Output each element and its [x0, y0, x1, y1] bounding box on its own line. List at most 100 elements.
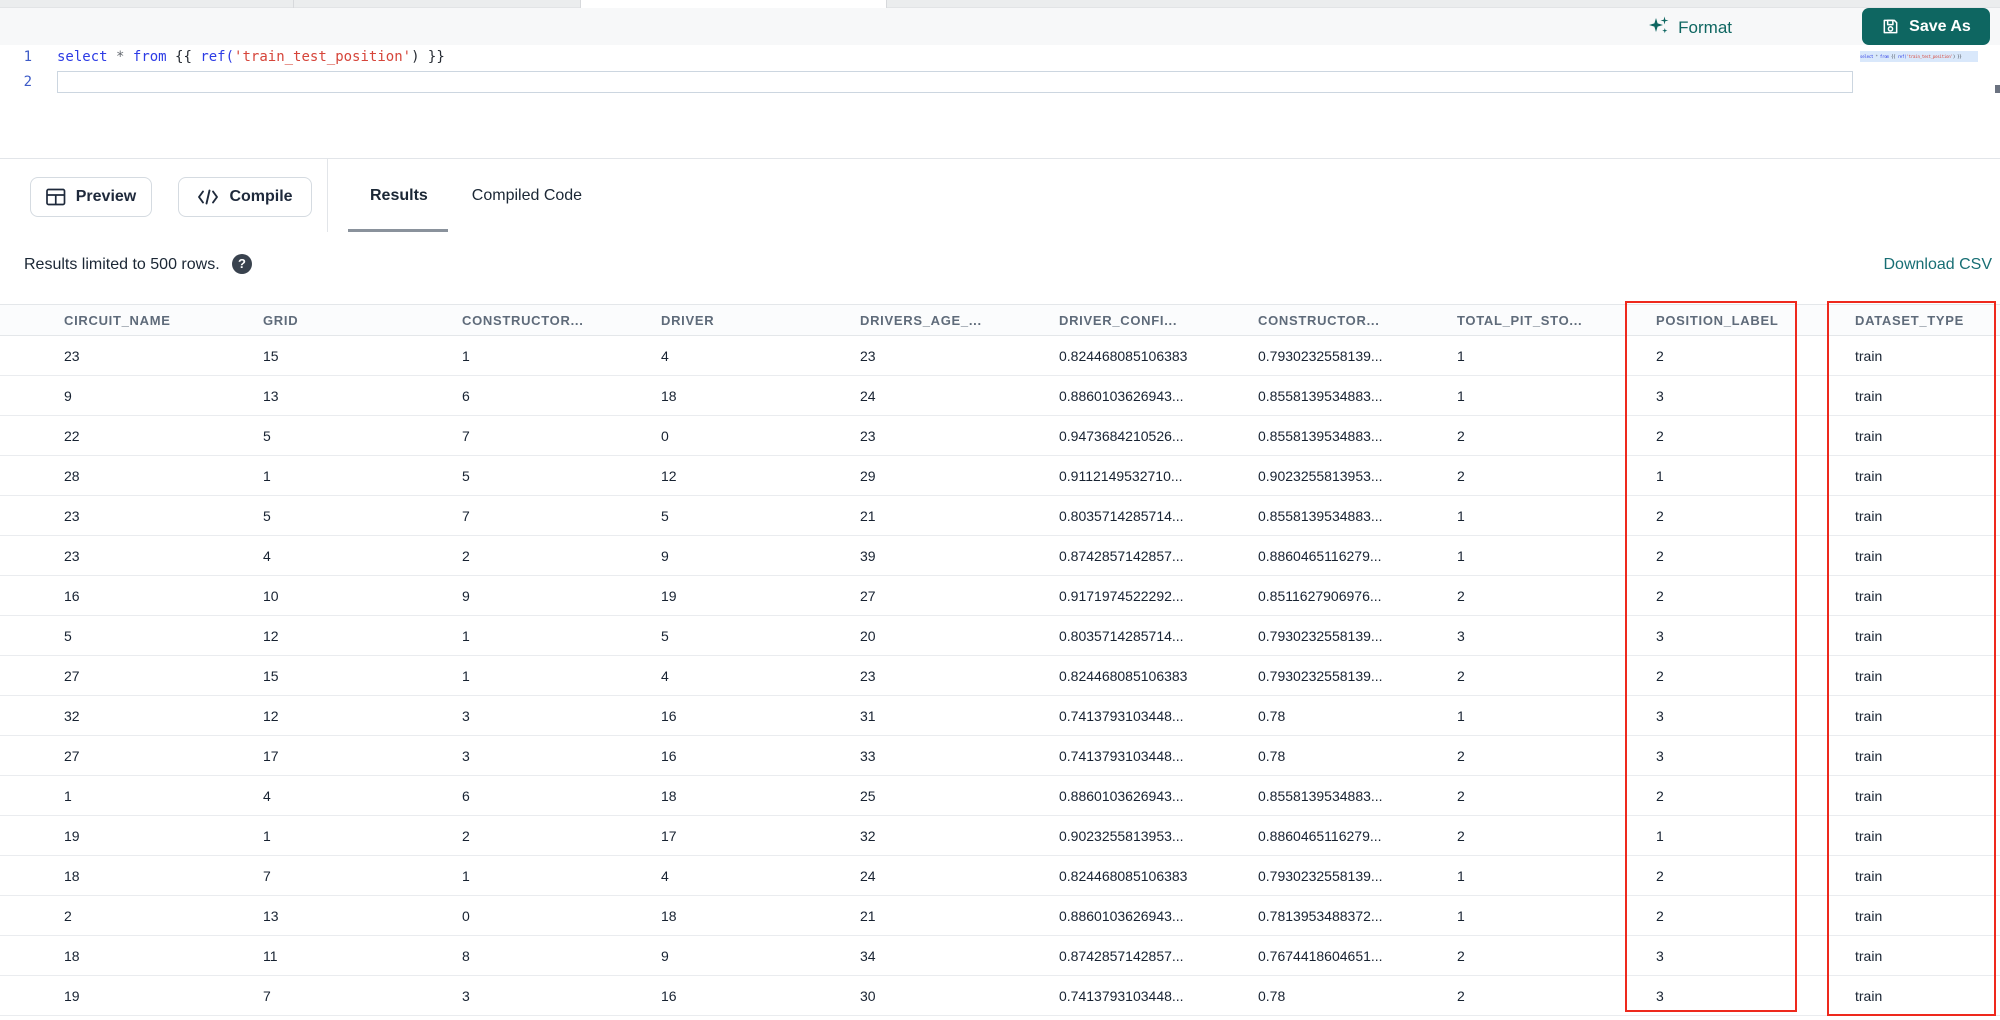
column-header-constructor: CONSTRUCTOR... [462, 313, 584, 328]
table-cell: 0.7930232558139... [1258, 628, 1383, 644]
table-cell: train [1855, 948, 1883, 964]
table-cell: 16 [661, 748, 677, 764]
table-cell: 1 [1457, 708, 1465, 724]
table-cell: train [1855, 428, 1883, 444]
save-as-label: Save As [1909, 17, 1971, 35]
table-cell: 27 [64, 668, 80, 684]
table-cell: 2 [64, 908, 72, 924]
table-row: 19 1 2 17 32 0.9023255813953... 0.886046511627… [0, 816, 2000, 856]
sql-code-editor[interactable]: 1 2 select * from {{ ref('train_test_pos… [0, 45, 2000, 158]
table-cell: 13 [263, 908, 279, 924]
table-cell: 0.8035714285714... [1059, 628, 1184, 644]
current-line-highlight[interactable] [57, 71, 1853, 93]
code-token-keyword: from [132, 49, 167, 65]
table-row: 23 15 1 4 23 0.824468085106383 0.7930232558139… [0, 336, 2000, 376]
table-cell: train [1855, 388, 1883, 404]
preview-button[interactable]: Preview [30, 177, 152, 217]
table-cell: train [1855, 628, 1883, 644]
results-table: CIRCUIT_NAME GRID CONSTRUCTOR... DRIVER DRIV… [0, 304, 2000, 1016]
table-cell: 2 [462, 828, 470, 844]
editor-minimap[interactable]: select * from {{ ref('train_test_positio… [1860, 51, 1978, 62]
table-cell: 3 [1656, 388, 1664, 404]
table-cell: 2 [1656, 428, 1664, 444]
table-cell: 1 [462, 348, 470, 364]
tab-compiled-code[interactable]: Compiled Code [450, 159, 604, 233]
table-cell: 0.78 [1258, 708, 1286, 724]
table-icon [45, 188, 66, 206]
code-token-string: 'train_test_position' [234, 49, 412, 65]
compile-label: Compile [229, 188, 293, 205]
code-token-plain: ) }} [411, 49, 445, 65]
table-cell: 2 [1656, 548, 1664, 564]
table-cell: 1 [1457, 868, 1465, 884]
table-cell: 0.8511627906976... [1258, 588, 1382, 604]
table-cell: 0 [462, 908, 470, 924]
table-cell: 19 [661, 588, 677, 604]
table-cell: 34 [860, 948, 876, 964]
editor-scrollbar-thumb[interactable] [1995, 85, 2000, 93]
table-cell: 32 [860, 828, 876, 844]
line-number: 1 [23, 49, 32, 65]
table-cell: 0.8742857142857... [1059, 948, 1184, 964]
table-cell: 3 [462, 988, 470, 1004]
download-csv-link[interactable]: Download CSV [1884, 256, 1993, 274]
table-cell: 18 [661, 788, 677, 804]
table-row: 18 7 1 4 24 0.824468085106383 0.7930232558139.… [0, 856, 2000, 896]
table-cell: 0.8558139534883... [1258, 428, 1383, 444]
table-cell: 0 [661, 428, 669, 444]
table-cell: 27 [64, 748, 80, 764]
table-cell: 21 [860, 908, 876, 924]
table-cell: 19 [64, 828, 80, 844]
editor-toolbar: Format Save As [0, 8, 2000, 45]
table-cell: 12 [661, 468, 677, 484]
table-cell: 1 [1457, 548, 1465, 564]
table-cell: 28 [64, 468, 80, 484]
save-icon [1881, 17, 1900, 36]
code-token-keyword: select [1860, 54, 1874, 59]
table-cell: 10 [263, 588, 279, 604]
table-row: 22 5 7 0 23 0.9473684210526... 0.8558139534883… [0, 416, 2000, 456]
table-row: 32 12 3 16 31 0.7413793103448... 0.78 1 3 train [0, 696, 2000, 736]
table-cell: 1 [1457, 388, 1465, 404]
table-cell: 1 [1656, 468, 1664, 484]
column-header-dataset_type: DATASET_TYPE [1855, 313, 1965, 328]
table-cell: 23 [64, 508, 80, 524]
table-cell: 8 [462, 948, 470, 964]
table-cell: 4 [661, 668, 669, 684]
tab-results[interactable]: Results [348, 159, 450, 233]
table-cell: 1 [64, 788, 72, 804]
sql-code-line-1[interactable]: select * from {{ ref('train_test_positio… [57, 45, 445, 70]
table-cell: 0.8860103626943... [1059, 908, 1184, 924]
table-row: 23 4 2 9 39 0.8742857142857... 0.8860465116279… [0, 536, 2000, 576]
table-cell: train [1855, 588, 1883, 604]
table-cell: 0.7930232558139... [1258, 868, 1383, 884]
table-cell: 21 [860, 508, 876, 524]
help-icon[interactable]: ? [232, 254, 252, 274]
table-cell: train [1855, 508, 1883, 524]
table-cell: 25 [860, 788, 876, 804]
column-header-grid: GRID [263, 313, 299, 328]
line-number-gutter: 1 2 [0, 45, 40, 95]
table-cell: 2 [1457, 428, 1465, 444]
table-cell: 2 [1457, 988, 1465, 1004]
table-cell: 17 [661, 828, 677, 844]
table-cell: 2 [1457, 948, 1465, 964]
save-as-button[interactable]: Save As [1862, 8, 1990, 45]
divider [327, 159, 328, 233]
table-cell: 22 [64, 428, 80, 444]
table-cell: train [1855, 348, 1883, 364]
table-cell: 0.9171974522292... [1059, 588, 1184, 604]
table-cell: train [1855, 788, 1883, 804]
table-cell: 1 [1457, 908, 1465, 924]
table-cell: 1 [263, 468, 271, 484]
table-cell: 29 [860, 468, 876, 484]
table-cell: 4 [263, 548, 271, 564]
compile-button[interactable]: Compile [178, 177, 312, 217]
table-cell: 6 [462, 788, 470, 804]
format-button[interactable]: Format [1648, 16, 1732, 40]
preview-label: Preview [75, 188, 137, 205]
table-cell: 0.9473684210526... [1059, 428, 1184, 444]
table-cell: 2 [1457, 748, 1465, 764]
code-token-plain: {{ [166, 49, 201, 65]
table-cell: 16 [64, 588, 80, 604]
